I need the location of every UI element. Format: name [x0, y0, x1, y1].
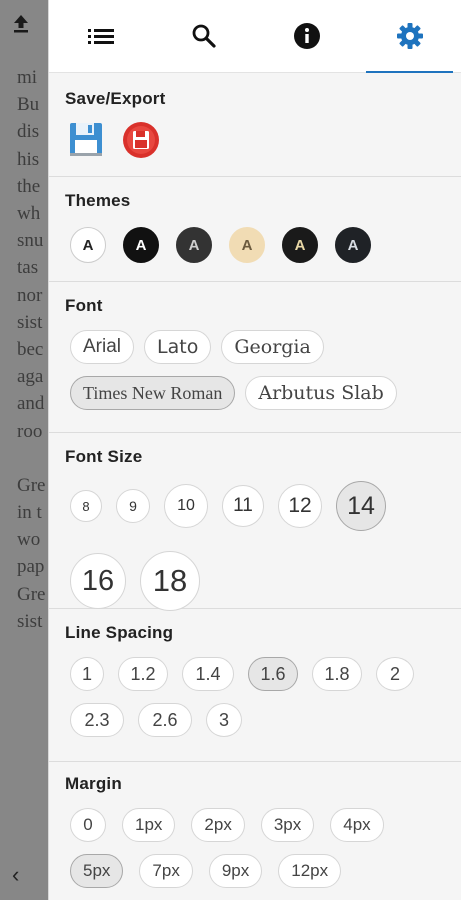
reader-line: tas [17, 257, 39, 279]
reader-line: Bu [17, 94, 40, 116]
line-spacing-option[interactable]: 1.2 [118, 657, 168, 691]
line-spacing-title: Line Spacing [65, 623, 174, 642]
line-spacing-option[interactable]: 1.8 [312, 657, 362, 691]
font-size-section: Font Size 8 9 10 11 12 14 16 18 [49, 433, 461, 611]
font-size-option[interactable]: 14 [336, 481, 386, 531]
font-size-options: 8 9 10 11 12 14 16 18 [65, 481, 400, 611]
search-icon [192, 24, 216, 48]
upload-icon[interactable] [10, 12, 32, 34]
reader-line: bec [17, 339, 44, 361]
themes-title: Themes [65, 191, 131, 210]
font-size-option[interactable]: 16 [70, 553, 126, 609]
font-size-option[interactable]: 11 [222, 485, 264, 527]
margin-option[interactable]: 9px [208, 854, 263, 888]
font-size-option[interactable]: 9 [116, 489, 150, 523]
margin-option[interactable]: 12px [278, 854, 342, 888]
margin-option[interactable]: 0 [70, 808, 106, 842]
reader-line: aga [17, 366, 44, 388]
font-size-option[interactable]: 18 [140, 551, 200, 611]
tab-info[interactable] [255, 0, 358, 72]
font-option[interactable]: Times New Roman [70, 376, 236, 410]
font-title: Font [65, 296, 103, 315]
margin-option[interactable]: 7px [139, 854, 193, 888]
reader-line: wo [17, 529, 41, 551]
reader-line: mi [17, 67, 38, 88]
reader-line: in t [17, 502, 42, 524]
reader-line: Gre [17, 474, 46, 496]
line-spacing-option[interactable]: 2.3 [70, 703, 124, 737]
back-icon[interactable]: ‹ [12, 862, 19, 888]
line-spacing-option[interactable]: 2.6 [138, 703, 192, 737]
reader-line: snu [17, 230, 44, 252]
tab-bar [49, 0, 461, 73]
reader-line: Gre [17, 583, 46, 605]
reader-line [17, 445, 45, 472]
margin-options: 0 1px 2px 3px 4px 5px 7px 9px 12px [65, 808, 420, 888]
tab-search[interactable] [152, 0, 255, 72]
margin-option[interactable]: 1px [122, 808, 176, 842]
theme-swatch[interactable]: A [176, 227, 212, 263]
font-size-option[interactable]: 8 [70, 490, 102, 522]
font-size-option[interactable]: 10 [164, 484, 208, 528]
themes-list: AAAAAA [65, 227, 445, 263]
theme-swatch[interactable]: A [70, 227, 106, 263]
reader-line: the [17, 175, 41, 197]
save-export-title: Save/Export [65, 89, 166, 108]
reader-line: roo [17, 420, 43, 442]
margin-option[interactable]: 4px [330, 808, 384, 842]
line-spacing-option[interactable]: 1.4 [182, 657, 234, 691]
theme-swatch[interactable]: A [282, 227, 318, 263]
line-spacing-option[interactable]: 1.6 [248, 657, 298, 691]
theme-swatch[interactable]: A [123, 227, 159, 263]
reader-line: sist [17, 311, 43, 333]
reader-line: sist [17, 610, 43, 632]
reader-line: wh [17, 203, 41, 225]
line-spacing-section: Line Spacing 1 1.2 1.4 1.6 1.8 2 2.3 2.6 3 [49, 609, 461, 762]
gear-icon [396, 23, 423, 49]
list-icon [87, 29, 114, 44]
theme-swatch[interactable]: A [229, 227, 265, 263]
reader-background: mi Bu dis his the wh snu tas nor sist bec aga and roo… [0, 0, 48, 900]
line-spacing-option[interactable]: 1 [70, 657, 104, 691]
font-size-option[interactable]: 12 [278, 484, 322, 528]
margin-section: Margin 0 1px 2px 3px 4px 5px 7px 9px 12px [49, 762, 461, 888]
font-option[interactable]: Arial [70, 330, 135, 364]
reader-line: nor [17, 284, 43, 306]
margin-title: Margin [65, 774, 122, 793]
margin-option[interactable]: 3px [260, 808, 315, 842]
line-spacing-option[interactable]: 3 [206, 703, 242, 737]
info-icon [293, 23, 320, 49]
red-save-icon[interactable] [122, 121, 160, 164]
font-option[interactable]: Arbutus Slab [245, 376, 397, 410]
margin-option[interactable]: 2px [191, 808, 245, 842]
tab-settings[interactable] [358, 0, 461, 73]
reader-line: pap [17, 556, 45, 578]
font-option[interactable]: Georgia [221, 330, 324, 364]
save-export-section: Save/Export [49, 73, 461, 177]
theme-swatch[interactable]: A [335, 227, 371, 263]
tab-toc[interactable] [49, 0, 152, 72]
themes-section: Themes AAAAAA [49, 177, 461, 282]
font-options: Arial Lato Georgia Times New Roman Arbutus S… [65, 330, 445, 410]
reader-text: mi Bu dis his the wh snu tas nor sist bec aga and roo… [17, 64, 45, 635]
font-section: Font Arial Lato Georgia Times New Roman Arbu… [49, 282, 461, 433]
font-size-title: Font Size [65, 447, 143, 466]
reader-line: and [17, 393, 45, 415]
settings-panel: Save/Export Themes A A A A A A Font Aria… [48, 0, 461, 900]
line-spacing-option[interactable]: 2 [376, 657, 414, 691]
reader-line: his [17, 148, 40, 170]
line-spacing-options: 1 1.2 1.4 1.6 1.8 2 2.3 2.6 3 [65, 657, 440, 737]
font-option[interactable]: Lato [144, 330, 212, 364]
margin-option[interactable]: 5px [70, 854, 124, 888]
floppy-disk-icon[interactable] [68, 121, 104, 164]
reader-line: dis [17, 121, 40, 143]
